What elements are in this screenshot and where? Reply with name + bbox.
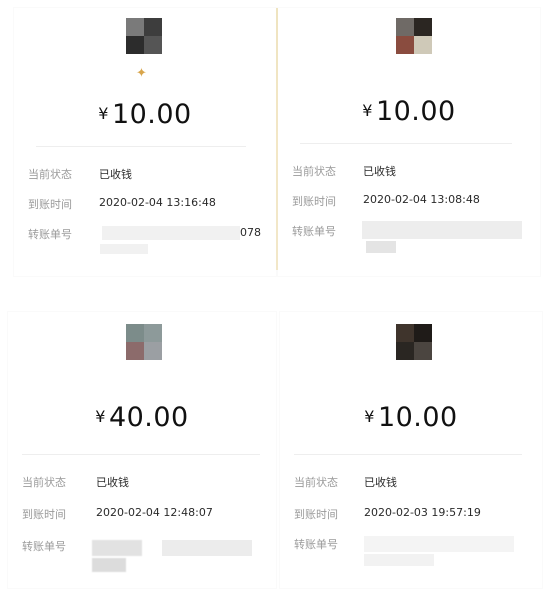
time-value: 2020-02-04 13:08:48 [363, 193, 480, 206]
receipt-card-2: ¥10.00 当前状态 已收钱 到账时间 2020-02-04 13:08:48… [278, 8, 540, 276]
transfer-label: 转账单号 [22, 540, 66, 553]
blurred-avatar-icon [126, 324, 162, 360]
time-row: 到账时间 2020-02-04 13:08:48 [278, 193, 540, 211]
amount: ¥10.00 [362, 96, 456, 127]
status-label: 当前状态 [22, 476, 66, 489]
transfer-row: 转账单号 [280, 536, 542, 566]
transfer-row: 转账单号 078 [14, 226, 276, 254]
status-label: 当前状态 [28, 168, 72, 181]
separator [36, 146, 246, 147]
status-label: 当前状态 [292, 165, 336, 178]
status-value: 已收钱 [99, 168, 132, 181]
blurred-line [366, 241, 396, 253]
sparkle-icon: ✦ [136, 66, 147, 81]
status-label: 当前状态 [294, 476, 338, 489]
transfer-label: 转账单号 [292, 225, 336, 238]
amount: ¥10.00 [364, 402, 458, 433]
transfer-row: 转账单号 [278, 221, 540, 253]
status-row: 当前状态 已收钱 [8, 474, 276, 492]
time-value: 2020-02-04 13:16:48 [99, 196, 216, 209]
status-value: 已收钱 [364, 476, 397, 489]
blurred-transfer-number [362, 221, 522, 239]
time-label: 到账时间 [294, 508, 338, 521]
time-label: 到账时间 [28, 198, 72, 211]
blurred-line [100, 244, 148, 254]
time-row: 到账时间 2020-02-04 13:16:48 [14, 196, 276, 214]
receipt-card-1: ✦ ¥10.00 当前状态 已收钱 到账时间 2020-02-04 13:16:… [14, 8, 276, 276]
status-value: 已收钱 [363, 165, 396, 178]
transfer-label: 转账单号 [28, 228, 72, 241]
blurred-avatar-icon [396, 18, 432, 54]
status-row: 当前状态 已收钱 [14, 166, 276, 184]
blurred-avatar-icon [396, 324, 432, 360]
blurred-transfer-number [92, 540, 142, 556]
blurred-transfer-number [102, 226, 240, 240]
transfer-suffix: 078 [240, 226, 261, 239]
time-value: 2020-02-04 12:48:07 [96, 506, 213, 519]
blurred-line [92, 558, 126, 572]
time-row: 到账时间 2020-02-04 12:48:07 [8, 506, 276, 524]
status-row: 当前状态 已收钱 [280, 474, 542, 492]
time-value: 2020-02-03 19:57:19 [364, 506, 481, 519]
blurred-avatar-icon [126, 18, 162, 54]
separator [294, 454, 522, 455]
receipt-card-4: ¥10.00 当前状态 已收钱 到账时间 2020-02-03 19:57:19… [280, 312, 542, 588]
transfer-row: 转账单号 [8, 538, 276, 572]
transfer-label: 转账单号 [294, 538, 338, 551]
time-row: 到账时间 2020-02-03 19:57:19 [280, 506, 542, 524]
status-value: 已收钱 [96, 476, 129, 489]
amount: ¥10.00 [98, 99, 192, 130]
status-row: 当前状态 已收钱 [278, 163, 540, 181]
amount: ¥40.00 [95, 402, 189, 433]
blurred-line [364, 554, 434, 566]
time-label: 到账时间 [22, 508, 66, 521]
blurred-transfer-number [364, 536, 514, 552]
separator [22, 454, 260, 455]
receipt-card-3: ¥40.00 当前状态 已收钱 到账时间 2020-02-04 12:48:07… [8, 312, 276, 588]
payment-receipts-collage: ✦ ¥10.00 当前状态 已收钱 到账时间 2020-02-04 13:16:… [0, 0, 544, 599]
blurred-transfer-number [162, 540, 252, 556]
time-label: 到账时间 [292, 195, 336, 208]
separator [300, 143, 512, 144]
